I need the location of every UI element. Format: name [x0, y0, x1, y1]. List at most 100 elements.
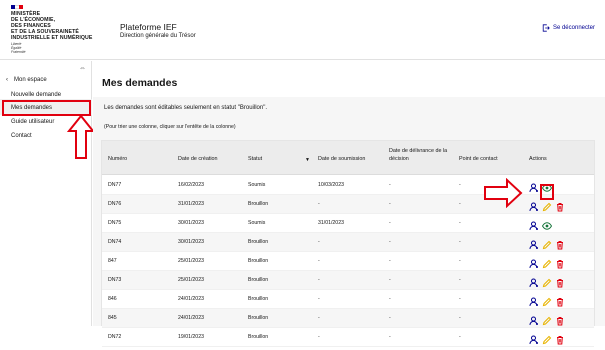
cell-creation-date: 25/01/2023 [178, 258, 204, 264]
cell-contact: - [459, 296, 461, 302]
cell-number: DN73 [108, 277, 122, 283]
annotation-arrow-up-icon [67, 114, 95, 159]
cell-status: Brouillon [248, 277, 269, 283]
cell-decision-date: - [389, 315, 391, 321]
site-title[interactable]: Plateforme IEF [120, 22, 177, 32]
cell-number: DN74 [108, 239, 122, 245]
user-icon[interactable] [529, 218, 539, 231]
cell-status: Brouillon [248, 258, 269, 264]
column-header-number[interactable]: Numéro [108, 156, 127, 162]
cell-decision-date: - [389, 182, 391, 188]
cell-creation-date: 31/01/2023 [178, 201, 204, 207]
edit-icon[interactable] [542, 256, 552, 269]
sort-hint: (Pour trier une colonne, cliquer sur l'e… [104, 124, 236, 130]
cell-submission-date: - [318, 277, 320, 283]
sidebar-item-user-guide[interactable]: Guide utilisateur [11, 119, 54, 125]
ministry-line: INDUSTRIELLE ET NUMÉRIQUE [11, 35, 93, 41]
cell-number: DN75 [108, 220, 122, 226]
delete-icon[interactable] [555, 294, 565, 307]
cell-creation-date: 19/01/2023 [178, 334, 204, 340]
column-header-contact: Point de contact [459, 156, 498, 162]
delete-icon[interactable] [555, 313, 565, 326]
cell-contact: - [459, 334, 461, 340]
cell-submission-date: - [318, 201, 320, 207]
cell-submission-date: - [318, 296, 320, 302]
site-subtitle: Direction générale du Trésor [120, 33, 196, 39]
collapse-menu-icon[interactable]: ⇔ [79, 65, 86, 72]
sidebar-item-contact[interactable]: Contact [11, 133, 32, 139]
cell-status: Brouillon [248, 296, 269, 302]
user-icon[interactable] [529, 256, 539, 269]
delete-icon[interactable] [555, 332, 565, 345]
delete-icon[interactable] [555, 256, 565, 269]
logout-button[interactable]: Se déconnecter [542, 24, 595, 32]
user-icon[interactable] [529, 313, 539, 326]
cell-decision-date: - [389, 239, 391, 245]
delete-icon[interactable] [555, 199, 565, 212]
sidebar-back-link[interactable]: ‹ Mon espace [6, 77, 47, 83]
annotation-highlight-box [540, 184, 554, 200]
cell-number: 846 [108, 296, 117, 302]
user-icon[interactable] [529, 332, 539, 345]
cell-creation-date: 30/01/2023 [178, 239, 204, 245]
cell-contact: - [459, 258, 461, 264]
ministry-logo[interactable]: MINISTÈRE DE L'ÉCONOMIE, DES FINANCES ET… [11, 11, 96, 41]
cell-contact: - [459, 201, 461, 207]
user-icon[interactable] [529, 294, 539, 307]
column-header-submission-date[interactable]: Date de soumission [318, 156, 365, 162]
column-header-creation-date[interactable]: Date de création [178, 156, 218, 162]
annotation-arrow-right-icon [484, 178, 523, 208]
info-text: Les demandes sont éditables seulement en… [104, 105, 268, 111]
edit-icon[interactable] [542, 199, 552, 212]
table-row: 846 24/01/2023 Brouillon - - - [102, 290, 594, 309]
cell-number: DN76 [108, 201, 122, 207]
cell-creation-date: 24/01/2023 [178, 296, 204, 302]
cell-number: 847 [108, 258, 117, 264]
header: MINISTÈRE DE L'ÉCONOMIE, DES FINANCES ET… [0, 0, 605, 60]
cell-decision-date: - [389, 277, 391, 283]
user-icon[interactable] [529, 180, 539, 193]
column-header-actions: Actions [529, 156, 547, 162]
cell-creation-date: 24/01/2023 [178, 315, 204, 321]
filter-icon[interactable]: ▼ [305, 157, 310, 163]
cell-submission-date: - [318, 315, 320, 321]
delete-icon[interactable] [555, 237, 565, 250]
user-icon[interactable] [529, 199, 539, 212]
cell-number: DN77 [108, 182, 122, 188]
edit-icon[interactable] [542, 275, 552, 288]
cell-contact: - [459, 315, 461, 321]
edit-icon[interactable] [542, 294, 552, 307]
cell-creation-date: 30/01/2023 [178, 220, 204, 226]
cell-decision-date: - [389, 201, 391, 207]
cell-decision-date: - [389, 296, 391, 302]
edit-icon[interactable] [542, 237, 552, 250]
table-row: 845 24/01/2023 Brouillon - - - [102, 309, 594, 328]
cell-decision-date: - [389, 258, 391, 264]
cell-number: 845 [108, 315, 117, 321]
cell-status: Brouillon [248, 201, 269, 207]
table-row: 847 25/01/2023 Brouillon - - - [102, 252, 594, 271]
user-icon[interactable] [529, 237, 539, 250]
table-header: Numéro Date de création Statut ▼ Date de… [102, 141, 594, 175]
cell-status: Brouillon [248, 334, 269, 340]
edit-icon[interactable] [542, 313, 552, 326]
cell-contact: - [459, 182, 461, 188]
column-header-decision-date[interactable]: Date de délivrance de la décision [389, 148, 455, 163]
cell-creation-date: 25/01/2023 [178, 277, 204, 283]
cell-submission-date: 10/03/2023 [318, 182, 344, 188]
cell-contact: - [459, 220, 461, 226]
view-icon[interactable] [541, 218, 553, 230]
cell-status: Soumis [248, 182, 266, 188]
motto-line: Fraternité [11, 49, 26, 54]
sidebar-item-new-request[interactable]: Nouvelle demande [11, 92, 61, 98]
column-header-status[interactable]: Statut [248, 156, 262, 162]
cell-submission-date: - [318, 334, 320, 340]
user-icon[interactable] [529, 275, 539, 288]
delete-icon[interactable] [555, 275, 565, 288]
cell-contact: - [459, 239, 461, 245]
edit-icon[interactable] [542, 332, 552, 345]
requests-table: Numéro Date de création Statut ▼ Date de… [101, 140, 595, 347]
cell-submission-date: - [318, 239, 320, 245]
chevron-left-icon: ‹ [6, 77, 8, 83]
cell-decision-date: - [389, 220, 391, 226]
